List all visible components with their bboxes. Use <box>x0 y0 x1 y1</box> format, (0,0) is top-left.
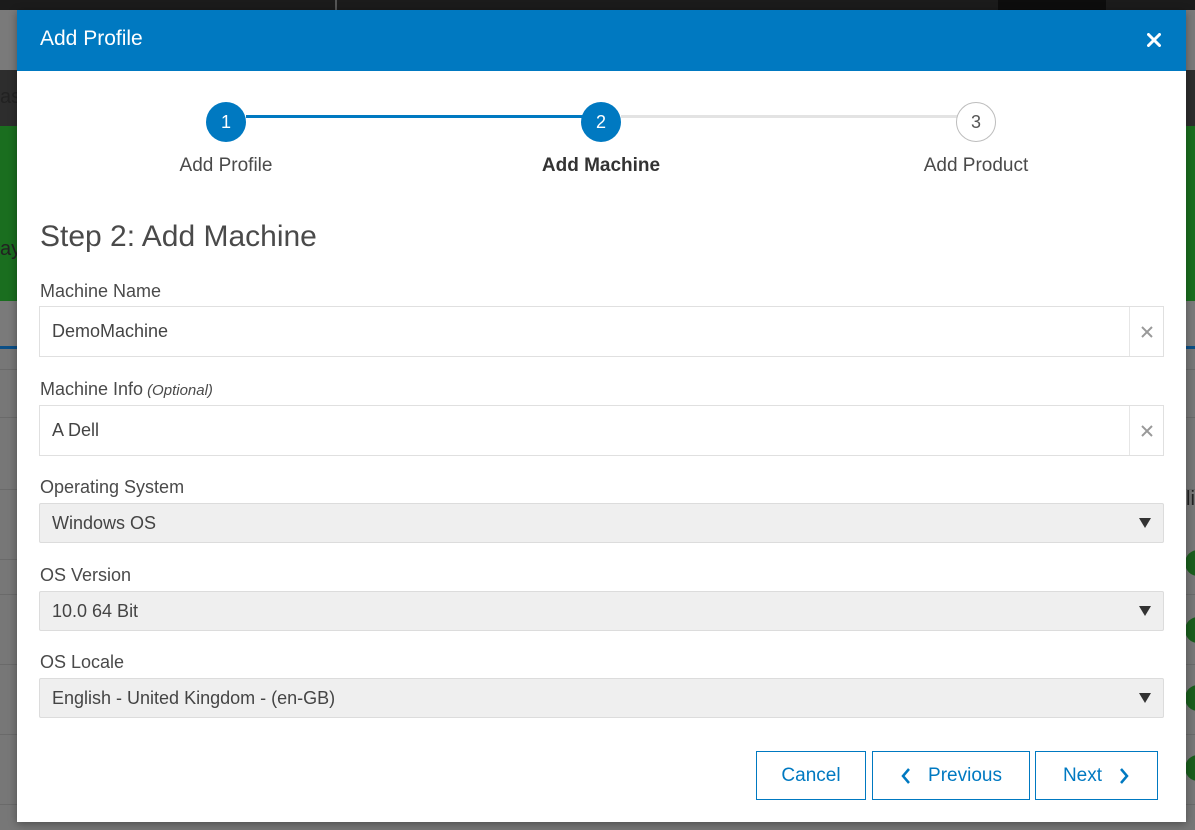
dropdown-arrow-icon <box>1139 693 1151 703</box>
dialog-title: Add Profile <box>40 27 143 50</box>
os-version-value: 10.0 64 Bit <box>52 601 139 621</box>
clear-machine-info-button[interactable] <box>1129 406 1163 455</box>
machine-info-input[interactable] <box>40 406 1120 455</box>
chevron-right-icon <box>1120 767 1129 784</box>
background-topbar-button <box>998 0 1106 10</box>
next-button-label: Next <box>1062 764 1103 786</box>
os-version-select[interactable]: 10.0 64 Bit <box>39 591 1164 631</box>
clear-machine-name-button[interactable] <box>1129 307 1163 356</box>
dialog-header: Add Profile <box>17 10 1186 71</box>
step-1-label: Add Profile <box>179 155 273 176</box>
previous-button[interactable]: Previous <box>872 751 1030 800</box>
step-number: 1 <box>220 111 231 132</box>
close-icon <box>1147 33 1161 47</box>
machine-info-field <box>39 405 1164 456</box>
machine-name-label: Machine Name <box>40 281 161 302</box>
chevron-left-icon <box>901 767 910 784</box>
machine-info-label-text: Machine Info <box>40 379 144 399</box>
optional-hint: (Optional) <box>147 382 213 399</box>
step-2-indicator[interactable]: 2 <box>581 102 621 142</box>
background-text-fragment: li <box>1186 488 1195 510</box>
add-profile-dialog: Add Profile 1 2 3 Add Profile Add Machin… <box>17 10 1186 822</box>
operating-system-value: Windows OS <box>52 513 157 533</box>
os-locale-value: English - United Kingdom - (en-GB) <box>52 688 336 708</box>
os-locale-select[interactable]: English - United Kingdom - (en-GB) <box>39 678 1164 718</box>
background-divider <box>335 0 337 10</box>
step-number: 2 <box>595 111 606 132</box>
next-button[interactable]: Next <box>1035 751 1158 800</box>
stepper-remaining-line <box>621 115 976 118</box>
dropdown-arrow-icon <box>1139 606 1151 616</box>
step-heading: Step 2: Add Machine <box>40 220 317 253</box>
stepper-progress-line <box>246 115 601 118</box>
machine-name-input[interactable] <box>40 307 1120 356</box>
step-3-indicator: 3 <box>956 102 996 142</box>
clear-icon <box>1140 424 1153 437</box>
clear-icon <box>1140 325 1153 338</box>
os-version-label: OS Version <box>40 565 132 585</box>
close-button[interactable] <box>1140 26 1168 54</box>
cancel-button-label: Cancel <box>781 764 841 786</box>
step-1-indicator[interactable]: 1 <box>206 102 246 142</box>
machine-name-field <box>39 306 1164 357</box>
os-locale-label: OS Locale <box>40 652 125 672</box>
cancel-button[interactable]: Cancel <box>756 751 866 800</box>
machine-name-label-text: Machine Name <box>40 281 162 301</box>
previous-button-label: Previous <box>928 764 1002 786</box>
operating-system-select[interactable]: Windows OS <box>39 503 1164 543</box>
operating-system-label: Operating System <box>40 477 185 497</box>
step-number: 3 <box>970 111 981 132</box>
dropdown-arrow-icon <box>1139 518 1151 528</box>
machine-info-label: Machine Info (Optional) <box>40 379 213 400</box>
step-3-label: Add Product <box>923 155 1029 176</box>
step-2-label: Add Machine <box>541 155 661 176</box>
